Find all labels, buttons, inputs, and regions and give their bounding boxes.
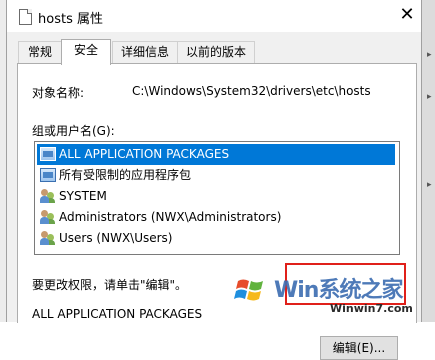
- windows-logo-icon: [231, 271, 269, 309]
- watermark-site: Winwin7.com: [330, 302, 413, 315]
- list-item-label: SYSTEM: [59, 189, 107, 203]
- watermark: Win系统之家 Winwin7.com: [230, 266, 435, 322]
- object-name-value: C:\Windows\System32\drivers\etc\hosts: [132, 84, 371, 98]
- users-icon: [40, 189, 56, 203]
- list-item[interactable]: 所有受限制的应用程序包: [37, 165, 395, 186]
- object-name-label: 对象名称:: [32, 86, 85, 100]
- app-package-icon: [40, 168, 56, 182]
- list-item[interactable]: Users (NWX\Users): [37, 228, 395, 249]
- change-permission-hint: 要更改权限，请单击"编辑"。: [32, 278, 188, 292]
- close-button[interactable]: ✕: [393, 2, 421, 30]
- file-icon: [19, 9, 32, 25]
- tab-security[interactable]: 安全: [61, 39, 111, 65]
- user-list[interactable]: ALL APPLICATION PACKAGES 所有受限制的应用程序包 SYS…: [34, 141, 400, 255]
- window-title: hosts 属性: [38, 12, 103, 27]
- tab-details[interactable]: 详细信息: [112, 41, 178, 64]
- list-item[interactable]: ALL APPLICATION PACKAGES: [37, 144, 395, 165]
- list-item[interactable]: SYSTEM: [37, 186, 395, 207]
- tab-previous-versions[interactable]: 以前的版本: [177, 41, 255, 64]
- watermark-brand: Win系统之家: [274, 278, 403, 303]
- scroll-arrow-icon: ▸: [427, 180, 432, 190]
- title-bar[interactable]: hosts 属性 ✕: [7, 0, 421, 32]
- group-user-label: 组或用户名(G):: [32, 124, 115, 138]
- scroll-arrow-icon: ▸: [427, 92, 432, 102]
- permissions-for-label: ALL APPLICATION PACKAGES: [32, 307, 203, 321]
- list-item[interactable]: Administrators (NWX\Administrators): [37, 207, 395, 228]
- tab-general[interactable]: 常规: [18, 41, 62, 64]
- list-item-label: Administrators (NWX\Administrators): [59, 210, 282, 224]
- app-package-icon: [40, 147, 56, 161]
- users-icon: [40, 210, 56, 224]
- list-item-label: ALL APPLICATION PACKAGES: [59, 147, 230, 161]
- list-item-label: 所有受限制的应用程序包: [59, 168, 192, 182]
- users-icon: [40, 231, 56, 245]
- edit-button[interactable]: 编辑(E)...: [320, 336, 398, 360]
- scroll-arrow-icon: ▸: [427, 50, 432, 60]
- list-item-label: Users (NWX\Users): [59, 231, 173, 245]
